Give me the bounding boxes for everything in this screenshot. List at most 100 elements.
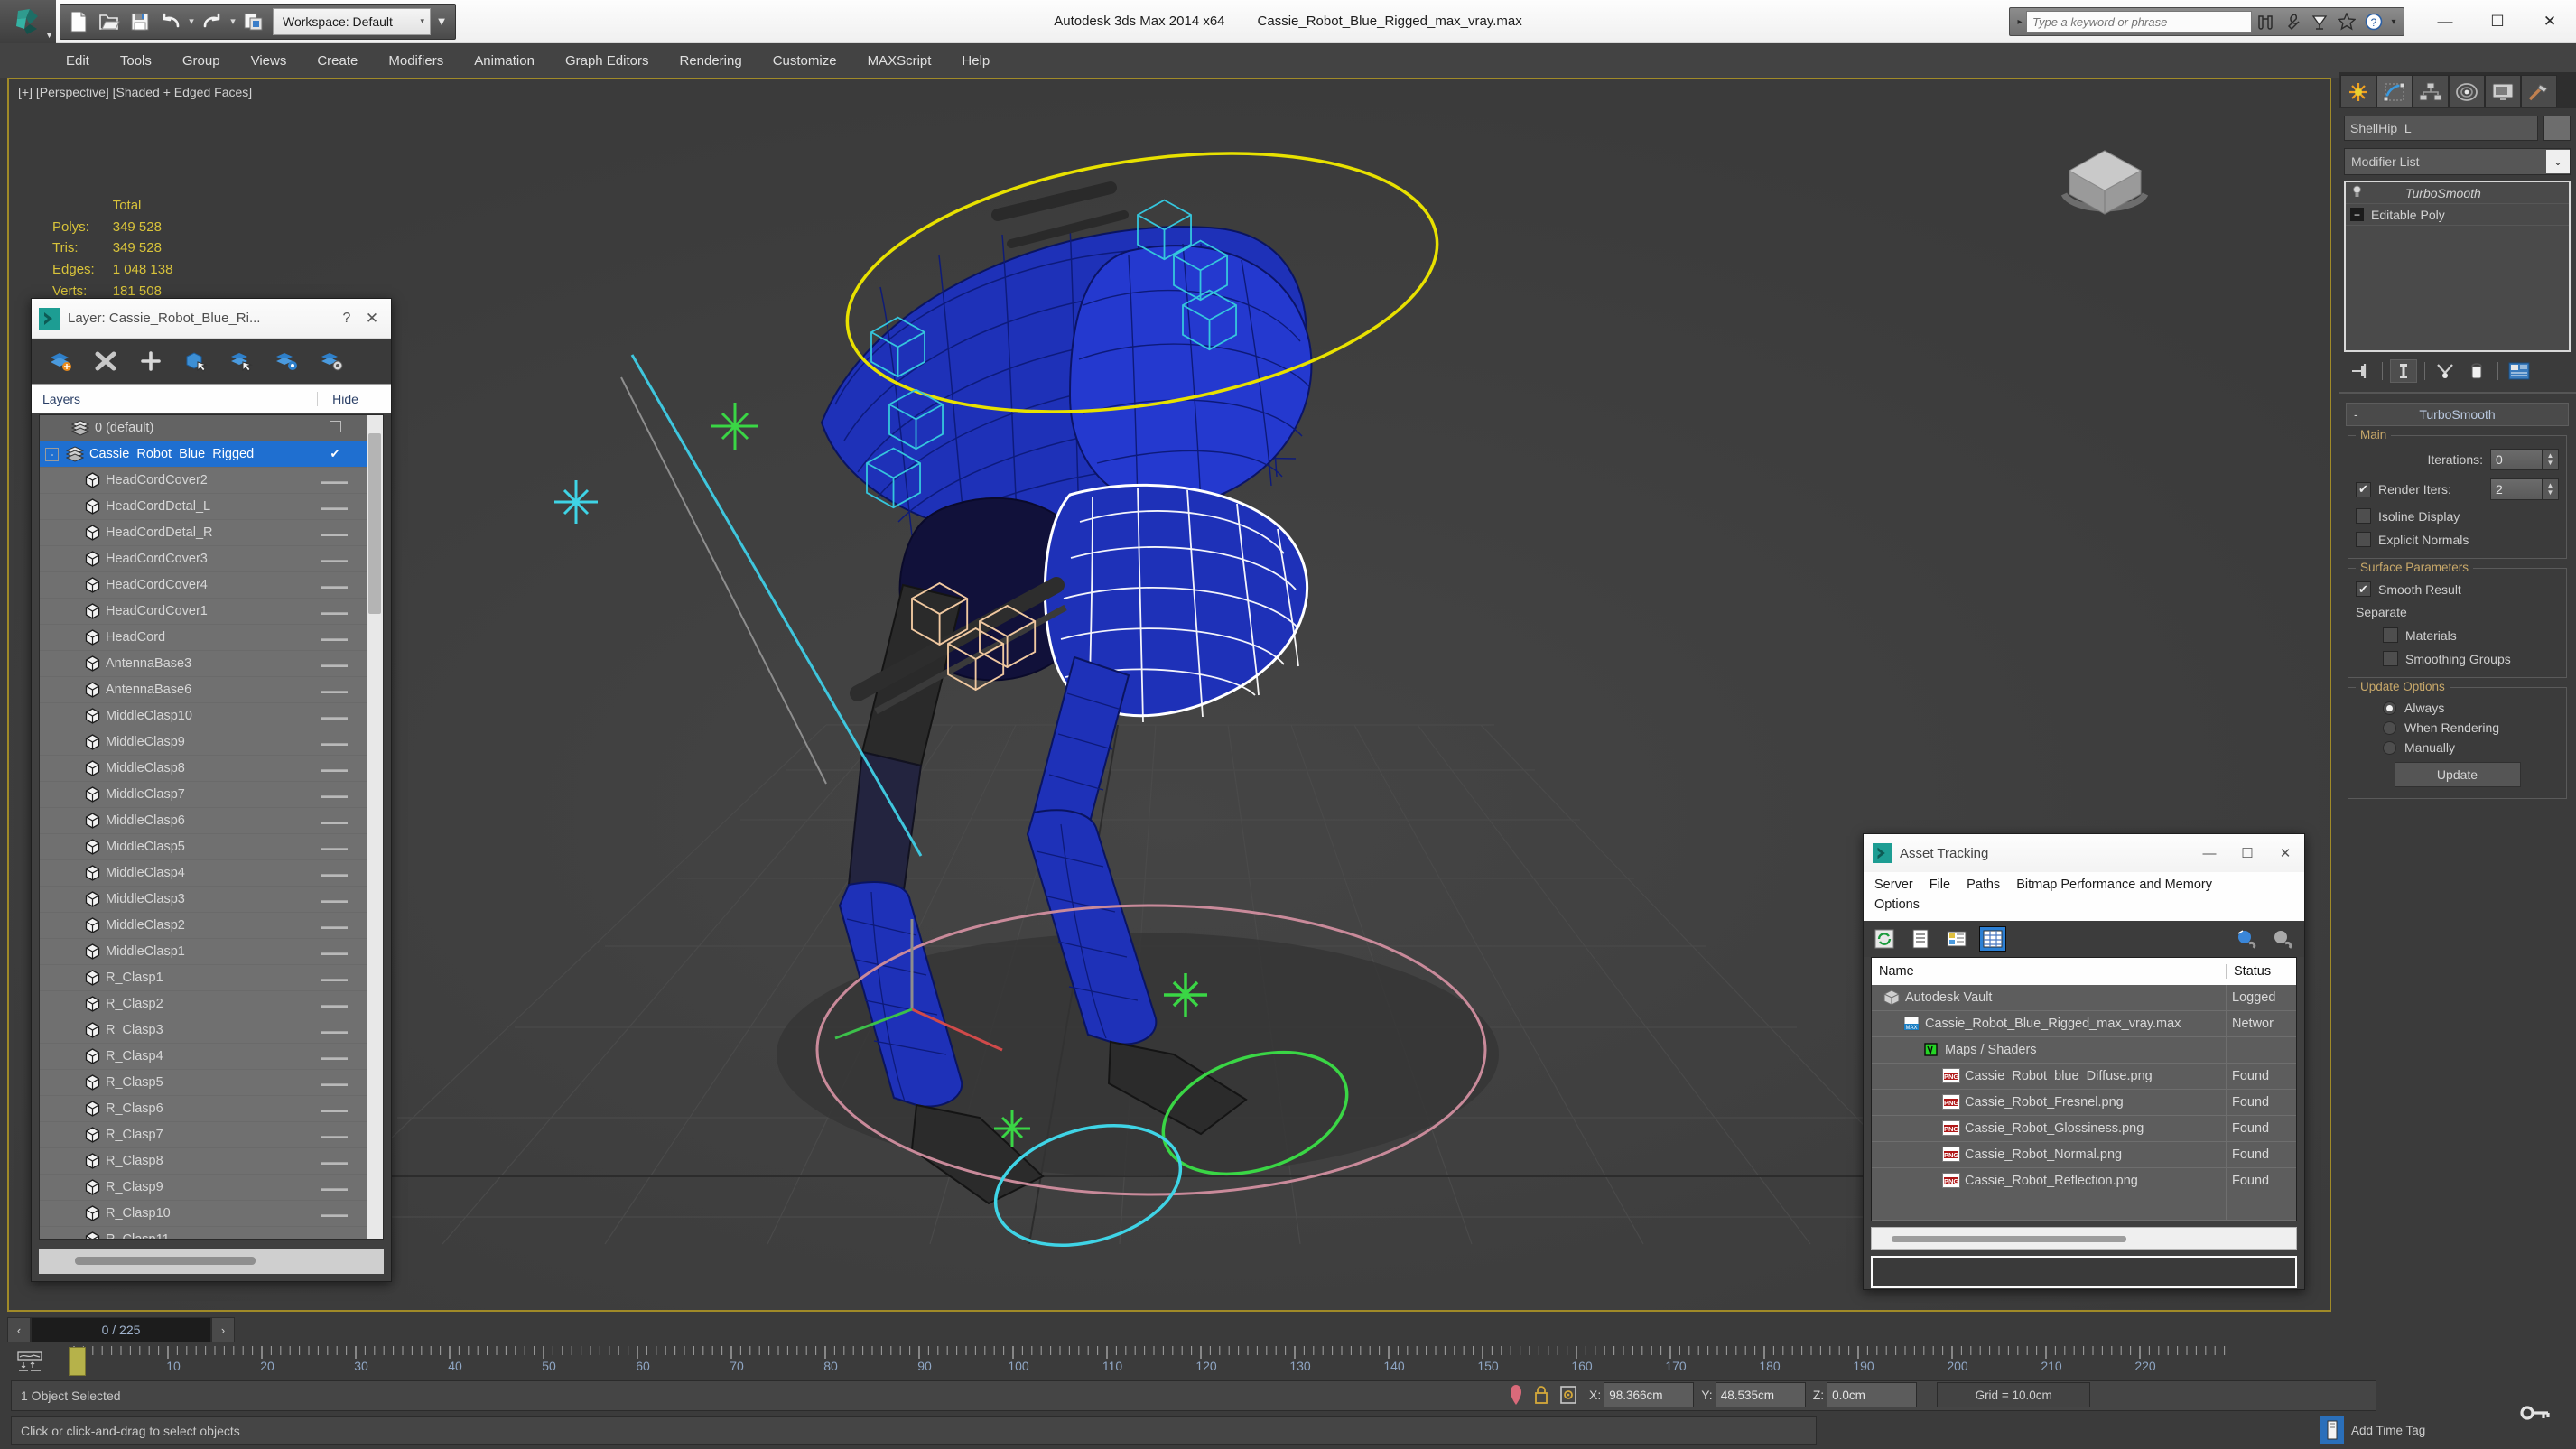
layer-hide-toggle[interactable]: ▬▬▬ [309, 787, 361, 802]
binoculars-icon[interactable] [2252, 10, 2279, 33]
utilities-tab-icon[interactable] [2521, 75, 2557, 107]
select-objects-in-layer-icon[interactable] [178, 344, 214, 378]
maximize-button[interactable]: ☐ [2471, 0, 2524, 43]
asset-row[interactable]: PNG Cassie_Robot_Glossiness.png Found [1872, 1115, 2296, 1142]
remove-modifier-icon[interactable] [2463, 359, 2490, 383]
layer-object-row[interactable]: HeadCordDetal_L ▬▬▬ [40, 494, 367, 520]
asset-menu-server[interactable]: Server [1874, 878, 1913, 892]
table-view-icon[interactable] [1979, 925, 2006, 952]
asset-menu-options[interactable]: Options [1874, 897, 1920, 912]
layer-hide-toggle[interactable]: ▬▬▬ [309, 892, 361, 906]
modify-tab-icon[interactable] [2376, 75, 2413, 107]
search-expander-icon[interactable]: ▸ [2013, 17, 2026, 27]
smooth-result-checkbox[interactable]: ✔ [2356, 581, 2371, 597]
asset-table-hscroll-thumb[interactable] [1892, 1235, 2126, 1242]
redo-button[interactable] [197, 6, 228, 37]
menu-item-tools[interactable]: Tools [105, 50, 167, 72]
layer-object-row[interactable]: AntennaBase3 ▬▬▬ [40, 651, 367, 677]
layer-hide-toggle[interactable]: ▬▬▬ [309, 997, 361, 1011]
layer-object-row[interactable]: HeadCordCover4 ▬▬▬ [40, 572, 367, 599]
asset-menu-bitmap[interactable]: Bitmap Performance and Memory [2016, 878, 2212, 892]
vault-login-icon[interactable] [2234, 926, 2261, 952]
layer-dialog-help-button[interactable]: ? [335, 311, 358, 327]
wrench-icon[interactable] [2279, 10, 2306, 33]
explicit-normals-checkbox[interactable] [2356, 532, 2371, 547]
menu-item-views[interactable]: Views [236, 50, 302, 72]
layer-hide-toggle[interactable]: ▬▬▬ [309, 630, 361, 645]
radio-manually[interactable] [2383, 740, 2396, 755]
isoline-display-checkbox[interactable] [2356, 508, 2371, 524]
prev-frame-button[interactable]: ‹ [7, 1317, 31, 1342]
layer-dialog-close-button[interactable]: ✕ [358, 310, 386, 328]
radio-always[interactable] [2383, 701, 2396, 715]
track-bar[interactable]: 0102030405060708090100110120130140150160… [0, 1344, 2576, 1379]
layer-hide-toggle[interactable]: ▬▬▬ [309, 1023, 361, 1037]
open-mini-curve-editor-icon[interactable] [16, 1351, 43, 1371]
layer-hide-toggle[interactable]: ▬▬▬ [309, 1232, 361, 1239]
layer-object-row[interactable]: MiddleClasp8 ▬▬▬ [40, 756, 367, 782]
modifier-list-dropdown[interactable]: Modifier List ⌄ [2344, 148, 2571, 175]
asset-row[interactable]: MAX Cassie_Robot_Blue_Rigged_max_vray.max… [1872, 1010, 2296, 1037]
asset-table[interactable]: Name Status Autodesk Vault Logged MAX Cassi… [1871, 956, 2297, 1221]
layer-object-row[interactable]: MiddleClasp4 ▬▬▬ [40, 860, 367, 887]
expand-collapse-icon[interactable]: - [45, 447, 59, 461]
menu-item-modifiers[interactable]: Modifiers [373, 50, 459, 72]
x-coordinate-field[interactable]: 98.366cm [1604, 1382, 1695, 1407]
current-frame-display[interactable]: 0 / 225 [31, 1317, 211, 1342]
menu-item-edit[interactable]: Edit [51, 50, 105, 72]
layer-hide-toggle[interactable]: ▬▬▬ [309, 735, 361, 749]
time-slider-handle[interactable] [69, 1347, 86, 1376]
workspace-selector[interactable]: Workspace: Default ▾ [273, 7, 431, 35]
layer-object-row[interactable]: R_Clasp4 ▬▬▬ [40, 1044, 367, 1070]
menu-item-graph-editors[interactable]: Graph Editors [550, 50, 665, 72]
asset-menu-file[interactable]: File [1930, 878, 1950, 892]
asset-row[interactable]: Autodesk Vault Logged [1872, 984, 2296, 1011]
create-tab-icon[interactable] [2340, 75, 2376, 107]
layer-properties-icon[interactable] [313, 344, 349, 378]
refresh-icon[interactable] [1871, 926, 1898, 952]
layer-object-row[interactable]: MiddleClasp1 ▬▬▬ [40, 939, 367, 965]
layer-hide-toggle[interactable]: ▬▬▬ [309, 813, 361, 828]
layer-list-hscroll-thumb[interactable] [75, 1257, 256, 1265]
redo-dropdown-caret[interactable]: ▾ [228, 15, 238, 27]
asset-row[interactable]: PNG Cassie_Robot_Normal.png Found [1872, 1141, 2296, 1168]
modifier-stack-item-editable-poly[interactable]: + Editable Poly [2346, 204, 2569, 226]
open-file-button[interactable] [94, 6, 125, 37]
smoothing-groups-row[interactable]: Smoothing Groups [2356, 651, 2559, 666]
key-mode-toggle-icon[interactable] [2510, 1384, 2561, 1442]
layer-object-row[interactable]: MiddleClasp3 ▬▬▬ [40, 887, 367, 913]
layer-hide-toggle[interactable]: ▬▬▬ [309, 1049, 361, 1064]
view-cube[interactable] [2051, 129, 2158, 228]
layer-object-row[interactable]: R_Clasp9 ▬▬▬ [40, 1175, 367, 1201]
star-icon[interactable] [2333, 10, 2360, 33]
layer-hide-toggle[interactable]: ▬▬▬ [309, 552, 361, 566]
radio-always-row[interactable]: Always [2356, 701, 2559, 715]
iterations-spinner[interactable]: 0 ▲ ▼ [2490, 449, 2559, 470]
satellite-dish-icon[interactable] [2306, 10, 2333, 33]
layer-object-row[interactable]: R_Clasp11 ▬▬▬ [40, 1227, 367, 1239]
layer-object-row[interactable]: R_Clasp1 ▬▬▬ [40, 965, 367, 991]
layer-object-row[interactable]: HeadCordCover2 ▬▬▬ [40, 468, 367, 494]
selection-lock-icon[interactable] [1528, 1382, 1555, 1407]
motion-tab-icon[interactable] [2449, 75, 2485, 107]
time-tag-icon[interactable] [2320, 1416, 2344, 1444]
layer-object-row[interactable]: R_Clasp8 ▬▬▬ [40, 1148, 367, 1175]
layer-row[interactable]: 0 (default) [40, 415, 367, 441]
layer-object-row[interactable]: MiddleClasp9 ▬▬▬ [40, 729, 367, 756]
iterations-value[interactable]: 0 [2490, 449, 2543, 470]
save-file-button[interactable] [125, 6, 155, 37]
undo-button[interactable] [155, 6, 186, 37]
help-dropdown-caret[interactable]: ▾ [2387, 17, 2400, 27]
menu-item-group[interactable]: Group [167, 50, 236, 72]
layer-object-row[interactable]: MiddleClasp5 ▬▬▬ [40, 834, 367, 860]
layer-hide-toggle[interactable]: ▬▬▬ [309, 604, 361, 618]
minimize-button[interactable]: — [2419, 0, 2471, 43]
layer-object-row[interactable]: HeadCordDetal_R ▬▬▬ [40, 520, 367, 546]
turbosmooth-rollout-header[interactable]: - TurboSmooth [2346, 403, 2569, 426]
z-coordinate-field[interactable]: 0.0cm [1827, 1382, 1918, 1407]
asset-row[interactable]: PNG Cassie_Robot_Reflection.png Found [1872, 1167, 2296, 1194]
hierarchy-tab-icon[interactable] [2413, 75, 2449, 107]
application-menu-button[interactable]: ▼ [0, 0, 56, 43]
add-selection-to-layer-icon[interactable] [223, 344, 259, 378]
asset-tracking-dialog[interactable]: Asset Tracking — ☐ ✕ Server File Paths Bitm… [1863, 833, 2305, 1290]
